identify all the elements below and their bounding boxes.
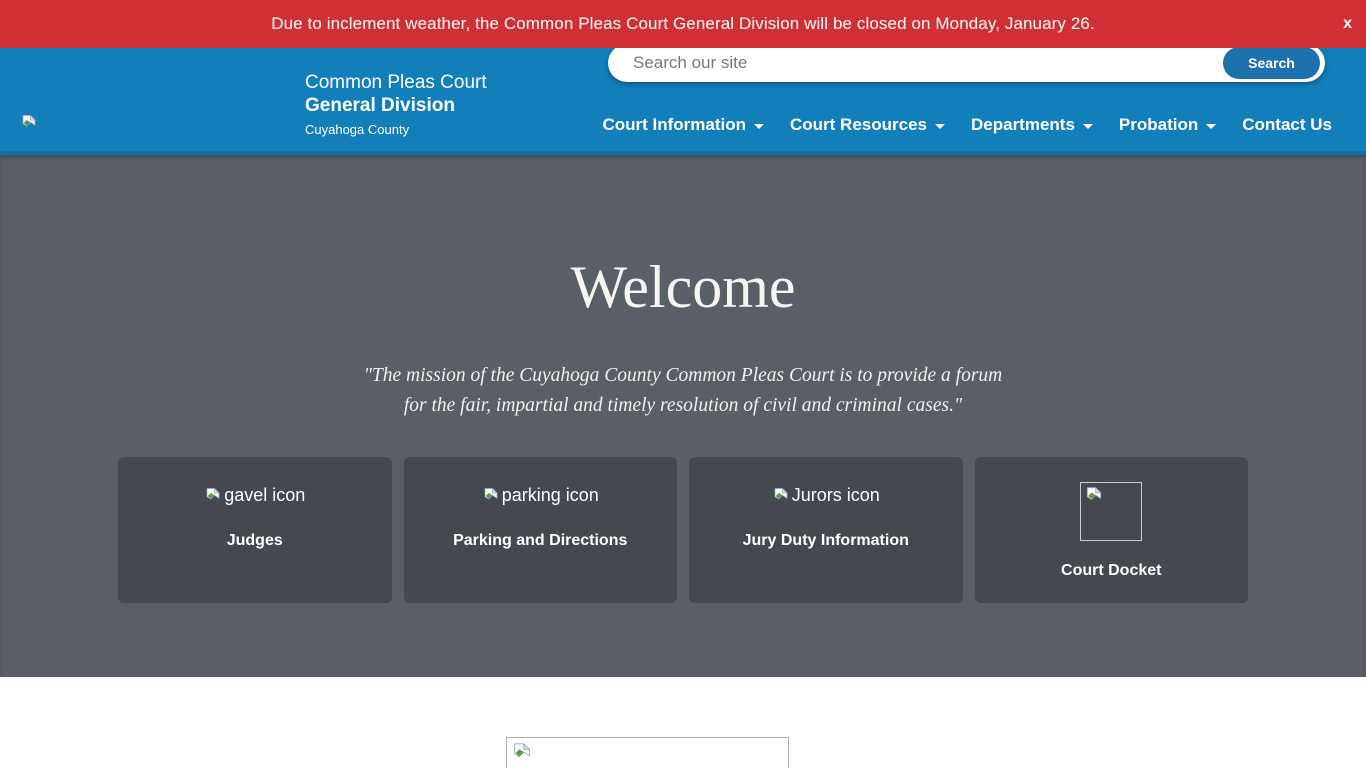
broken-image-placeholder [1080, 482, 1142, 541]
card-parking-directions[interactable]: parking icon Parking and Directions [404, 457, 678, 603]
card-court-docket[interactable]: Court Docket [975, 457, 1249, 603]
hero-section: Welcome "The mission of the Cuyahoga Cou… [0, 155, 1366, 677]
broken-image-icon [772, 487, 790, 505]
nav-departments[interactable]: Departments [971, 115, 1093, 135]
page-title: Welcome [0, 155, 1366, 319]
brand-block[interactable]: Common Pleas Court General Division Cuya… [305, 71, 487, 139]
card-judges-label: Judges [118, 532, 392, 550]
search-input[interactable] [608, 53, 1325, 73]
nav-court-information-label: Court Information [602, 115, 746, 135]
site-logo-broken-image-icon [20, 114, 38, 132]
search-button[interactable]: Search [1223, 47, 1320, 79]
card-judges-alt-text: gavel icon [224, 485, 305, 506]
chevron-down-icon [935, 124, 945, 129]
nav-contact-us[interactable]: Contact Us [1242, 115, 1332, 135]
broken-image-icon [482, 487, 500, 505]
chevron-down-icon [754, 124, 764, 129]
card-jury-duty[interactable]: Jurors icon Jury Duty Information [689, 457, 963, 603]
nav-court-resources[interactable]: Court Resources [790, 115, 945, 135]
nav-probation-label: Probation [1119, 115, 1198, 135]
card-docket-label: Court Docket [975, 562, 1249, 580]
card-jury-alt-text: Jurors icon [792, 485, 880, 506]
mission-quote: "The mission of the Cuyahoga County Comm… [0, 361, 1366, 421]
brand-line-2: General Division [305, 94, 487, 117]
nav-court-resources-label: Court Resources [790, 115, 927, 135]
broken-image-icon [204, 487, 222, 505]
card-jury-label: Jury Duty Information [689, 532, 963, 550]
brand-line-1: Common Pleas Court [305, 71, 487, 94]
nav-court-information[interactable]: Court Information [602, 115, 764, 135]
close-icon[interactable]: x [1343, 16, 1352, 32]
card-parking-alt-text: parking icon [502, 485, 599, 506]
alert-message: Due to inclement weather, the Common Ple… [271, 14, 1095, 34]
mission-quote-line-2: for the fair, impartial and timely resol… [0, 391, 1366, 421]
nav-contact-us-label: Contact Us [1242, 115, 1332, 135]
card-judges[interactable]: gavel icon Judges [118, 457, 392, 603]
brand-line-3: Cuyahoga County [305, 120, 487, 139]
nav-probation[interactable]: Probation [1119, 115, 1216, 135]
main-navigation: Court Information Court Resources Depart… [602, 115, 1332, 135]
site-header: Common Pleas Court General Division Cuya… [0, 48, 1366, 155]
broken-image-icon [511, 742, 533, 764]
site-search-bar: Search [608, 44, 1325, 82]
footer-broken-image-placeholder [506, 737, 789, 768]
weather-alert-banner: Due to inclement weather, the Common Ple… [0, 0, 1366, 48]
quick-links-row: gavel icon Judges parking icon Parking a… [118, 457, 1248, 603]
chevron-down-icon [1083, 124, 1093, 129]
chevron-down-icon [1206, 124, 1216, 129]
nav-departments-label: Departments [971, 115, 1075, 135]
broken-image-icon [1084, 486, 1104, 506]
page-footer [0, 677, 1366, 768]
card-parking-label: Parking and Directions [404, 532, 678, 550]
mission-quote-line-1: "The mission of the Cuyahoga County Comm… [0, 361, 1366, 391]
